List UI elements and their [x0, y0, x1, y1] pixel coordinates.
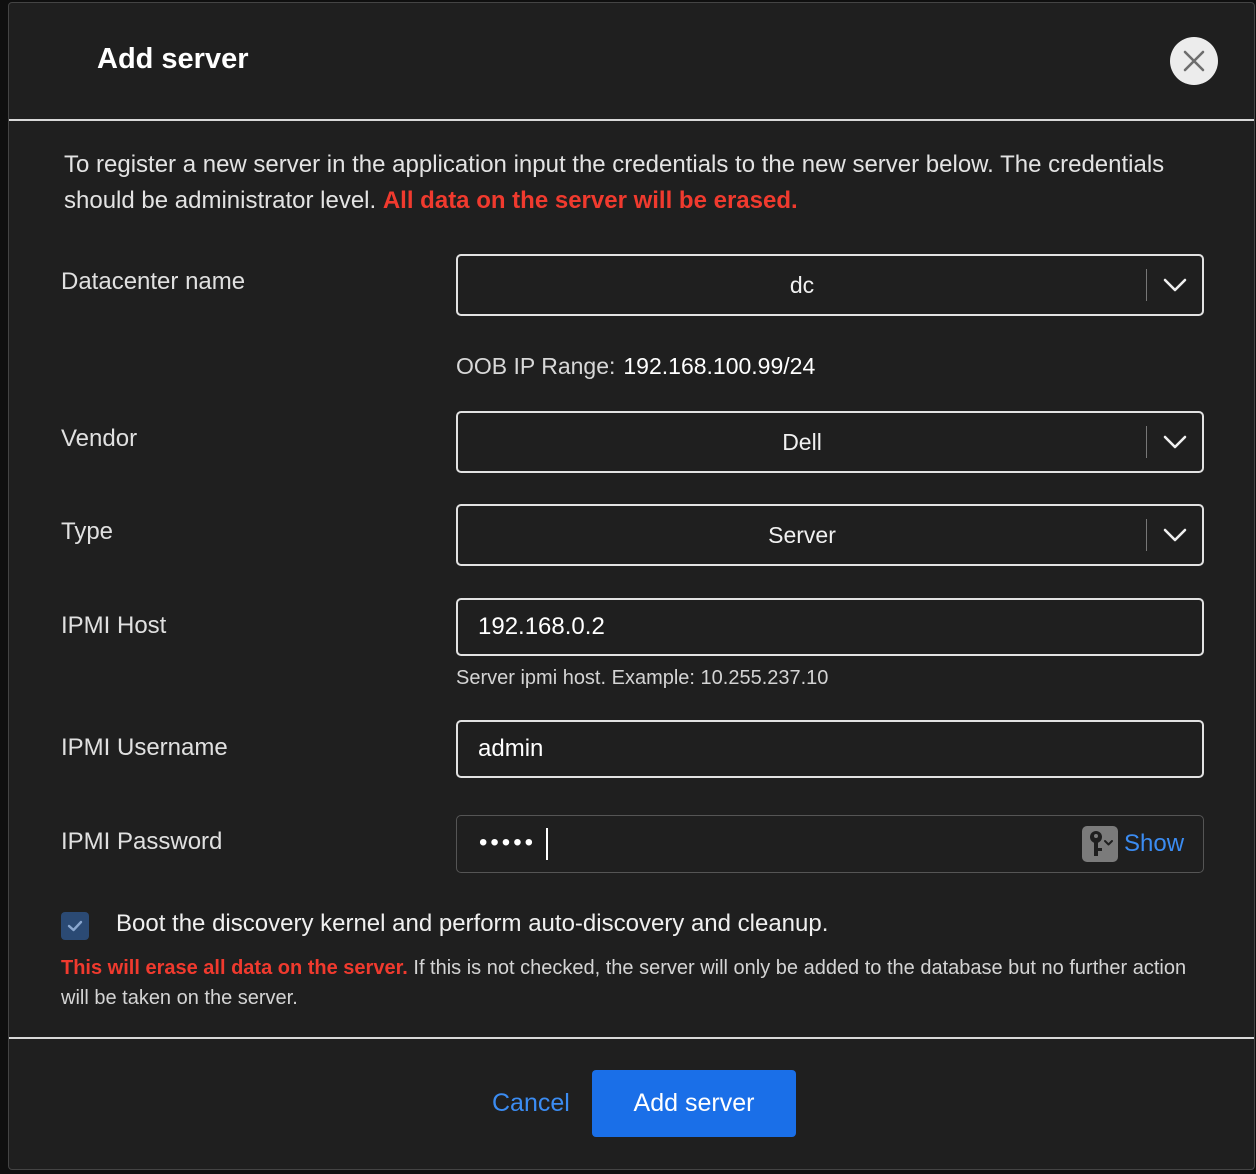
- close-button[interactable]: [1170, 37, 1218, 85]
- ipmi-host-input[interactable]: [456, 598, 1204, 656]
- oob-value: 192.168.100.99/24: [623, 353, 816, 379]
- select-divider: [1146, 519, 1147, 551]
- add-server-button[interactable]: Add server: [592, 1070, 796, 1137]
- chevron-down-icon: [1163, 435, 1187, 449]
- intro-text: To register a new server in the applicat…: [64, 147, 1184, 219]
- checkmark-icon: [67, 920, 83, 932]
- discovery-warning-note: This will erase all data on the server. …: [61, 953, 1211, 1013]
- password-mask: •••••: [479, 829, 537, 856]
- select-divider: [1146, 426, 1147, 458]
- ipmi-host-hint: Server ipmi host. Example: 10.255.237.10: [456, 667, 829, 689]
- chevron-down-icon: [1163, 278, 1187, 292]
- datacenter-select[interactable]: dc: [456, 254, 1204, 316]
- dialog-title: Add server: [97, 43, 249, 75]
- ipmi-host-label: IPMI Host: [61, 612, 167, 639]
- type-value: Server: [768, 521, 836, 548]
- vendor-select[interactable]: Dell: [456, 411, 1204, 473]
- key-icon: [1090, 831, 1113, 856]
- dialog-header: Add server: [9, 3, 1254, 121]
- footer-divider: [9, 1037, 1254, 1039]
- oob-ip-range: OOB IP Range: 192.168.100.99/24: [456, 353, 815, 380]
- text-caret: [546, 828, 548, 860]
- intro-warning: All data on the server will be erased.: [382, 187, 798, 214]
- oob-label: OOB IP Range:: [456, 353, 616, 379]
- select-divider: [1146, 269, 1147, 301]
- ipmi-password-label: IPMI Password: [61, 828, 223, 855]
- password-manager-button[interactable]: [1082, 826, 1118, 862]
- add-server-dialog: Add server To register a new server in t…: [8, 2, 1255, 1170]
- ipmi-password-input[interactable]: ••••• Show: [456, 815, 1204, 873]
- ipmi-username-label: IPMI Username: [61, 734, 228, 761]
- cancel-button[interactable]: Cancel: [492, 1089, 570, 1118]
- show-password-link[interactable]: Show: [1124, 830, 1184, 858]
- datacenter-label: Datacenter name: [61, 268, 246, 295]
- vendor-value: Dell: [782, 428, 822, 455]
- type-select[interactable]: Server: [456, 504, 1204, 566]
- type-label: Type: [61, 518, 114, 545]
- chevron-down-icon: [1163, 528, 1187, 542]
- discovery-warning: This will erase all data on the server.: [61, 957, 408, 979]
- discovery-checkbox-label: Boot the discovery kernel and perform au…: [116, 910, 829, 937]
- vendor-label: Vendor: [61, 425, 138, 452]
- discovery-checkbox[interactable]: [61, 912, 89, 940]
- ipmi-username-input[interactable]: [456, 720, 1204, 778]
- close-icon: [1183, 50, 1205, 72]
- datacenter-value: dc: [789, 271, 815, 298]
